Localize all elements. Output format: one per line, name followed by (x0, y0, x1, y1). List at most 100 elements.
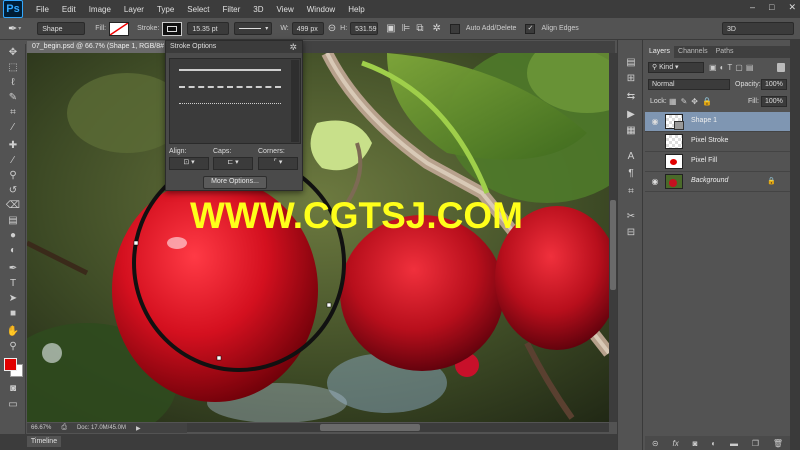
status-menu-chevron-icon[interactable]: ▶ (136, 425, 141, 432)
path-arrangement-icon[interactable]: ⧉ (416, 23, 423, 34)
path-selection-tool-icon[interactable]: ➤ (4, 292, 22, 306)
screen-mode-icon[interactable]: ▭ (4, 398, 22, 412)
visibility-toggle[interactable] (650, 137, 660, 147)
filter-toggle[interactable] (777, 63, 785, 72)
lock-pixels-icon[interactable]: ✎ (681, 97, 692, 106)
align-select[interactable]: ⊡ ▾ (169, 157, 209, 170)
type-tool-icon[interactable]: T (4, 277, 22, 291)
tool-preset-chevron-icon[interactable]: ▾ (18, 25, 21, 32)
lock-position-icon[interactable]: ✥ (691, 97, 702, 106)
menu-3d[interactable]: 3D (253, 5, 263, 14)
close-icon[interactable]: ✕ (788, 2, 796, 13)
menu-filter[interactable]: Filter (223, 5, 241, 14)
stroke-type-solid[interactable] (175, 63, 285, 77)
caps-select[interactable]: ⊏ ▾ (213, 157, 253, 170)
menu-view[interactable]: View (277, 5, 294, 14)
eye-icon[interactable]: ◉ (650, 177, 660, 187)
stroke-type-dashed[interactable] (175, 80, 285, 94)
gear-icon[interactable]: ✲ (432, 23, 440, 34)
brush-tool-icon[interactable]: ∕ (4, 154, 22, 168)
paragraph-panel-icon[interactable]: ¶ (624, 167, 638, 180)
width-field[interactable]: 499 px (291, 22, 324, 35)
history-panel-icon[interactable]: ▤ (624, 56, 638, 69)
lock-all-icon[interactable]: 🔒 (702, 97, 716, 106)
visibility-toggle[interactable] (650, 157, 660, 167)
menu-edit[interactable]: Edit (62, 5, 76, 14)
clone-stamp-tool-icon[interactable]: ⚲ (4, 169, 22, 183)
tab-layers[interactable]: Layers (645, 46, 675, 58)
menu-window[interactable]: Window (307, 5, 335, 14)
shape-tool-icon[interactable]: ■ (4, 307, 22, 321)
layer-name[interactable]: Pixel Fill (691, 157, 717, 164)
layer-name[interactable]: Background (691, 177, 728, 184)
layer-row[interactable]: ◉ Background 🔒 (645, 172, 790, 192)
layer-name[interactable]: Pixel Stroke (691, 137, 728, 144)
layer-name[interactable]: Shape 1 (691, 117, 717, 124)
horizontal-scroll-thumb[interactable] (320, 424, 420, 431)
adjustment-icon[interactable]: ◐ (711, 439, 716, 448)
tab-channels[interactable]: Channels (674, 46, 712, 58)
maximize-icon[interactable]: □ (769, 2, 774, 13)
timeline-tab[interactable]: Timeline (27, 436, 61, 447)
corners-select[interactable]: ⌜ ▾ (258, 157, 298, 170)
pen-tool-icon[interactable]: ✒ (8, 22, 17, 35)
properties-panel-icon[interactable]: ⊞ (624, 72, 638, 85)
blend-mode-select[interactable]: Normal (648, 79, 730, 90)
menu-image[interactable]: Image (89, 5, 111, 14)
pen-tool-icon[interactable]: ✒ (4, 262, 22, 276)
dodge-tool-icon[interactable]: ◐ (4, 244, 22, 258)
move-tool-icon[interactable]: ✥ (4, 46, 22, 60)
marquee-tool-icon[interactable]: ⬚ (4, 61, 22, 75)
stroke-swatch[interactable] (162, 21, 183, 36)
crop-tool-icon[interactable]: ⌗ (4, 106, 22, 120)
history-brush-tool-icon[interactable]: ↺ (4, 184, 22, 198)
pixel-filter-icon[interactable]: ▣ (709, 63, 720, 72)
menu-select[interactable]: Select (187, 5, 209, 14)
shape-filter-icon[interactable]: ▢ (735, 63, 746, 72)
gradient-tool-icon[interactable]: ▤ (4, 214, 22, 228)
path-alignment-icon[interactable]: ⊫ (402, 23, 411, 34)
healing-brush-tool-icon[interactable]: ✚ (4, 139, 22, 153)
layer-filter-select[interactable]: ⚲ Kind ▾ (648, 62, 704, 73)
folder-icon[interactable]: ▬ (730, 439, 738, 448)
stroke-width-field[interactable]: 15.35 pt (187, 22, 230, 35)
link-dimensions-icon[interactable]: ⊝ (328, 23, 336, 34)
trash-icon[interactable]: 🗑 (773, 439, 783, 448)
fx-icon[interactable]: fx (672, 439, 678, 448)
layer-row[interactable]: ◉ Shape 1 (645, 112, 790, 132)
hand-tool-icon[interactable]: ✋ (4, 325, 22, 339)
height-field[interactable]: 531.59 (350, 22, 379, 35)
adjustments-panel-icon[interactable]: ⇆ (624, 90, 638, 103)
lock-transparency-icon[interactable]: ▦ (669, 97, 681, 106)
new-layer-icon[interactable]: ❐ (752, 439, 759, 448)
minimize-icon[interactable]: – (750, 2, 755, 13)
menu-file[interactable]: File (36, 5, 49, 14)
opacity-field[interactable]: 100% (761, 79, 787, 90)
menu-layer[interactable]: Layer (124, 5, 144, 14)
mask-icon[interactable]: ◙ (693, 439, 698, 448)
document-tab[interactable]: 07_begin.psd @ 66.7% (Shape 1, RGB/8# (27, 41, 167, 53)
auto-add-delete-checkbox[interactable] (449, 23, 463, 34)
zoom-level[interactable]: 66.67% (31, 425, 51, 431)
quick-select-tool-icon[interactable]: ✎ (4, 91, 22, 105)
stroke-type-select[interactable]: ▾ (234, 22, 273, 35)
zoom-tool-icon[interactable]: ⚲ (4, 340, 22, 354)
smart-filter-icon[interactable]: ▤ (746, 63, 757, 72)
layer-row[interactable]: Pixel Stroke (645, 132, 790, 152)
link-icon[interactable]: ⊝ (652, 439, 659, 448)
vertical-scroll-thumb[interactable] (610, 200, 616, 290)
more-options-button[interactable]: More Options... (203, 176, 267, 189)
clone-source-panel-icon[interactable]: ⊟ (624, 226, 638, 239)
tab-paths[interactable]: Paths (712, 46, 738, 58)
eyedropper-tool-icon[interactable]: ⁄ (4, 121, 22, 135)
workspace-select[interactable]: 3D (722, 22, 794, 35)
document-canvas[interactable] (27, 53, 609, 422)
layer-row[interactable]: Pixel Fill (645, 152, 790, 172)
actions-panel-icon[interactable]: ▶ (624, 108, 638, 121)
character-panel-icon[interactable]: A (624, 150, 638, 163)
fill-swatch[interactable] (109, 21, 130, 36)
lasso-tool-icon[interactable]: ℓ (4, 76, 22, 90)
stroke-type-dotted[interactable] (175, 97, 285, 111)
export-icon[interactable]: ⎙ (61, 424, 67, 432)
tool-mode-select[interactable]: Shape (37, 22, 86, 35)
